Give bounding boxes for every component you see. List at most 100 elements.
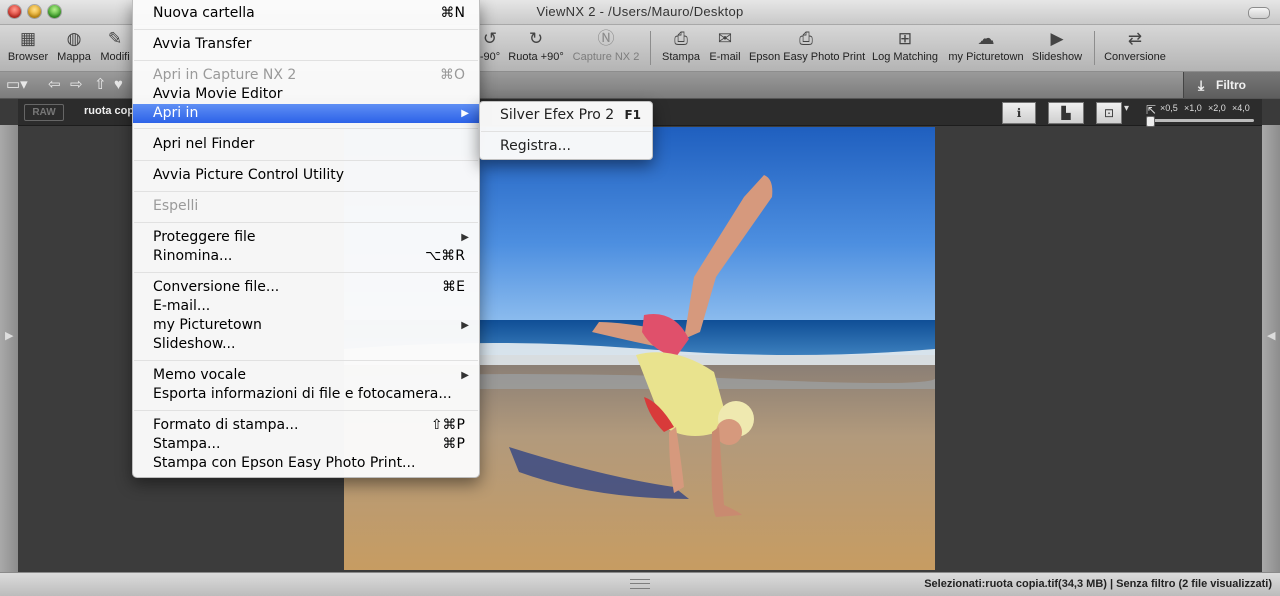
toolbar-separator xyxy=(650,31,651,65)
menu-item-label: Silver Efex Pro 2 xyxy=(500,107,615,123)
toolbar-separator xyxy=(1094,31,1095,65)
edit-icon: ✎ xyxy=(107,29,123,48)
menu-item-shortcut: ⌥⌘R xyxy=(425,248,465,264)
fit-view-icon: ⊡ xyxy=(1103,106,1115,120)
left-panel-handle[interactable]: ▶ xyxy=(0,125,18,572)
fit-view-button[interactable]: ⊡ xyxy=(1096,102,1122,124)
menu-item-email[interactable]: E-mail... xyxy=(133,297,479,316)
toolbar-conversion-button[interactable]: ⇄ Conversione xyxy=(1102,27,1168,69)
toolbar-button-label: Stampa xyxy=(662,51,700,63)
submenu-item-silver-efex[interactable]: Silver Efex Pro 2 F1 xyxy=(480,106,652,125)
submenu-arrow-icon: ▶ xyxy=(461,370,469,381)
menu-separator xyxy=(134,29,478,30)
capture-nx-icon: Ⓝ xyxy=(597,29,615,48)
filter-button[interactable]: ⤓ Filtro xyxy=(1183,72,1280,98)
toolbar-capture-nx-button[interactable]: Ⓝ Capture NX 2 xyxy=(571,27,641,69)
menu-item-label: Espelli xyxy=(153,198,199,214)
toolbar-log-matching-button[interactable]: ⊞ Log Matching xyxy=(870,27,940,69)
open-in-submenu: Silver Efex Pro 2 F1 Registra... xyxy=(479,101,653,160)
submenu-arrow-icon: ▶ xyxy=(461,232,469,243)
toolbar-email-button[interactable]: ✉ E-mail xyxy=(707,27,743,69)
resize-grip[interactable] xyxy=(630,579,650,589)
menu-item-shortcut: ⌘E xyxy=(442,279,465,295)
toolbar-rotate-left-button[interactable]: ↺ -90° xyxy=(478,27,502,69)
menu-item-eject[interactable]: Espelli xyxy=(133,197,479,216)
toolbar-map-button[interactable]: ◍ Mappa xyxy=(54,27,94,69)
menu-separator xyxy=(134,272,478,273)
menu-item-open-in-capture-nx[interactable]: Apri in Capture NX 2 ⌘O xyxy=(133,66,479,85)
menu-item-shortcut: ⌘N xyxy=(440,5,465,21)
menu-item-slideshow[interactable]: Slideshow... xyxy=(133,335,479,354)
layout-menu-icon[interactable]: ▭▾ xyxy=(6,76,28,94)
menu-item-protect-files[interactable]: Proteggere file ▶ xyxy=(133,228,479,247)
toolbar-picturetown-button[interactable]: ☁ my Picturetown xyxy=(946,27,1026,69)
menu-item-label: Slideshow... xyxy=(153,336,236,352)
toolbar-epson-print-button[interactable]: ⎙ Epson Easy Photo Print xyxy=(749,27,865,69)
menu-separator xyxy=(134,191,478,192)
menu-item-shortcut: ⌘O xyxy=(439,67,465,83)
menu-item-export-info[interactable]: Esporta informazioni di file e fotocamer… xyxy=(133,385,479,404)
forward-arrow-icon[interactable]: ⇨ xyxy=(70,76,83,94)
menu-item-print[interactable]: Stampa... ⌘P xyxy=(133,435,479,454)
menu-item-label: Stampa con Epson Easy Photo Print... xyxy=(153,455,416,471)
browser-icon: ▦ xyxy=(19,29,37,48)
status-bar: Selezionati:ruota copia.tif(34,3 MB) | S… xyxy=(0,572,1280,596)
right-panel-handle[interactable]: ◀ xyxy=(1262,125,1280,572)
menu-item-label: Conversione file... xyxy=(153,279,280,295)
zoom-level-label[interactable]: ×4,0 xyxy=(1232,103,1250,113)
menu-item-label: Rinomina... xyxy=(153,248,233,264)
slideshow-icon: ▶ xyxy=(1050,29,1064,48)
menu-item-voice-memo[interactable]: Memo vocale ▶ xyxy=(133,366,479,385)
zoom-slider-knob[interactable] xyxy=(1146,116,1155,127)
toolbar-button-label: Conversione xyxy=(1104,51,1166,63)
menu-item-print-epson[interactable]: Stampa con Epson Easy Photo Print... xyxy=(133,454,479,473)
toolbar-rotate-right-button[interactable]: ↻ Ruota +90° xyxy=(506,27,566,69)
fit-screen-icon[interactable]: ⇱ xyxy=(1146,103,1156,117)
rotate-right-icon: ↻ xyxy=(528,29,544,48)
menu-item-label: Nuova cartella xyxy=(153,5,255,21)
toolbar-browser-button[interactable]: ▦ Browser xyxy=(6,27,50,69)
favorite-folder-icon[interactable]: ♥ xyxy=(114,76,123,94)
menu-separator xyxy=(134,360,478,361)
up-folder-icon[interactable]: ⇧ xyxy=(94,76,107,94)
menu-item-label: Memo vocale xyxy=(153,367,246,383)
histogram-button[interactable]: ▙ xyxy=(1048,102,1084,124)
zoom-slider[interactable] xyxy=(1146,116,1254,127)
menu-item-new-folder[interactable]: Nuova cartella ⌘N xyxy=(133,4,479,23)
picturetown-icon: ☁ xyxy=(977,29,995,48)
submenu-arrow-icon: ▶ xyxy=(461,320,469,331)
toolbar-print-button[interactable]: ⎙ Stampa xyxy=(660,27,702,69)
info-button[interactable]: ℹ xyxy=(1002,102,1036,124)
zoom-level-label[interactable]: ×0,5 xyxy=(1160,103,1178,113)
rotate-left-icon: ↺ xyxy=(482,29,498,48)
menu-separator xyxy=(134,128,478,129)
back-arrow-icon[interactable]: ⇦ xyxy=(48,76,61,94)
menu-item-open-in-finder[interactable]: Apri nel Finder xyxy=(133,135,479,154)
zoom-level-label[interactable]: ×2,0 xyxy=(1208,103,1226,113)
menu-item-my-picturetown[interactable]: my Picturetown ▶ xyxy=(133,316,479,335)
histogram-icon: ▙ xyxy=(1061,106,1071,120)
menu-item-shortcut: ⇧⌘P xyxy=(430,417,465,433)
menu-item-convert-files[interactable]: Conversione file... ⌘E xyxy=(133,278,479,297)
toolbar-button-label: Mappa xyxy=(57,51,91,63)
menu-item-page-setup[interactable]: Formato di stampa... ⇧⌘P xyxy=(133,416,479,435)
chevron-down-icon[interactable]: ▾ xyxy=(1124,103,1129,114)
menu-item-open-in[interactable]: Apri in ▶ xyxy=(133,104,479,123)
toolbar-toggle-button[interactable] xyxy=(1248,7,1270,19)
toolbar-slideshow-button[interactable]: ▶ Slideshow xyxy=(1031,27,1083,69)
menu-item-picture-control-utility[interactable]: Avvia Picture Control Utility xyxy=(133,166,479,185)
printer-icon: ⎙ xyxy=(674,29,688,48)
menu-separator xyxy=(134,160,478,161)
info-icon: ℹ xyxy=(1016,106,1022,120)
menu-item-label: Proteggere file xyxy=(153,229,256,245)
toolbar-button-label: Ruota +90° xyxy=(508,51,564,63)
log-matching-icon: ⊞ xyxy=(897,29,913,48)
toolbar-button-label: Browser xyxy=(7,51,49,63)
menu-item-label: Stampa... xyxy=(153,436,221,452)
toolbar-edit-button[interactable]: ✎ Modifi xyxy=(98,27,132,69)
menu-item-launch-movie-editor[interactable]: Avvia Movie Editor xyxy=(133,85,479,104)
menu-item-rename[interactable]: Rinomina... ⌥⌘R xyxy=(133,247,479,266)
submenu-item-register[interactable]: Registra... xyxy=(480,137,652,156)
zoom-level-label[interactable]: ×1,0 xyxy=(1184,103,1202,113)
menu-item-launch-transfer[interactable]: Avvia Transfer xyxy=(133,35,479,54)
